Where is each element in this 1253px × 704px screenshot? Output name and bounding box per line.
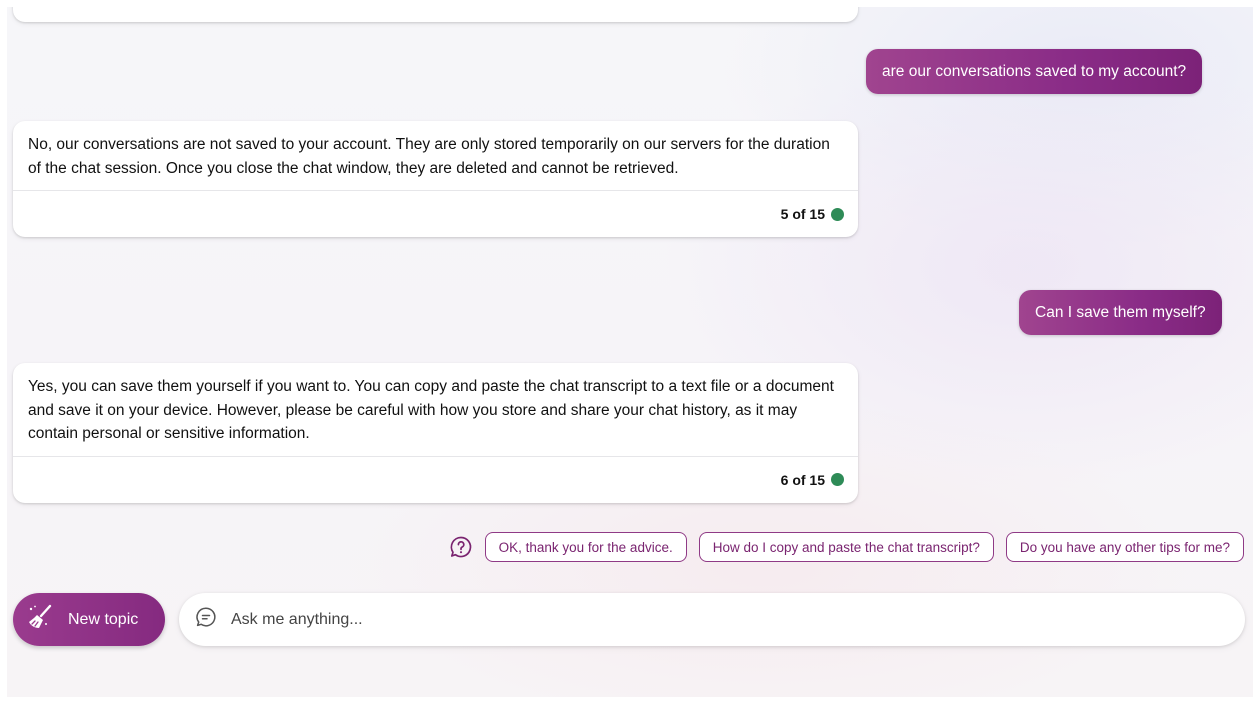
status-dot-icon: [831, 207, 844, 221]
user-message: Can I save them myself?: [1019, 290, 1222, 335]
response-counter-text: 6 of 15: [780, 471, 825, 488]
suggestion-row: OK, thank you for the advice. How do I c…: [449, 532, 1244, 562]
bot-response-footer: 5 of 15: [13, 190, 858, 237]
broom-icon: [26, 603, 54, 636]
response-counter: 5 of 15: [781, 206, 844, 222]
ask-input-container[interactable]: [179, 593, 1245, 646]
suggestion-chip[interactable]: Do you have any other tips for me?: [1005, 532, 1244, 562]
bot-response-card: Yes, you can save them yourself if you w…: [13, 363, 858, 503]
response-counter-text: 5 of 15: [780, 206, 825, 222]
chat-canvas: are our conversations saved to my accoun…: [7, 7, 1253, 697]
new-topic-label: New topic: [68, 610, 139, 628]
ask-input[interactable]: [229, 609, 1133, 630]
bot-response-card: No, our conversations are not saved to y…: [13, 121, 858, 237]
bot-response-text: No, our conversations are not saved to y…: [28, 136, 830, 177]
help-circle-icon[interactable]: [449, 535, 473, 559]
suggestion-chip[interactable]: OK, thank you for the advice.: [484, 532, 687, 562]
bot-response-footer: 6 of 15: [13, 455, 858, 503]
suggestion-chip[interactable]: How do I copy and paste the chat transcr…: [698, 532, 994, 562]
user-message: are our conversations saved to my accoun…: [866, 49, 1203, 94]
bot-response-text: Yes, you can save them yourself if you w…: [28, 378, 834, 442]
new-topic-button[interactable]: New topic: [13, 593, 165, 646]
previous-response-card: [13, 7, 858, 22]
response-counter: 6 of 15: [781, 472, 844, 488]
chat-bubble-icon: [195, 606, 217, 633]
status-dot-icon: [831, 473, 844, 486]
